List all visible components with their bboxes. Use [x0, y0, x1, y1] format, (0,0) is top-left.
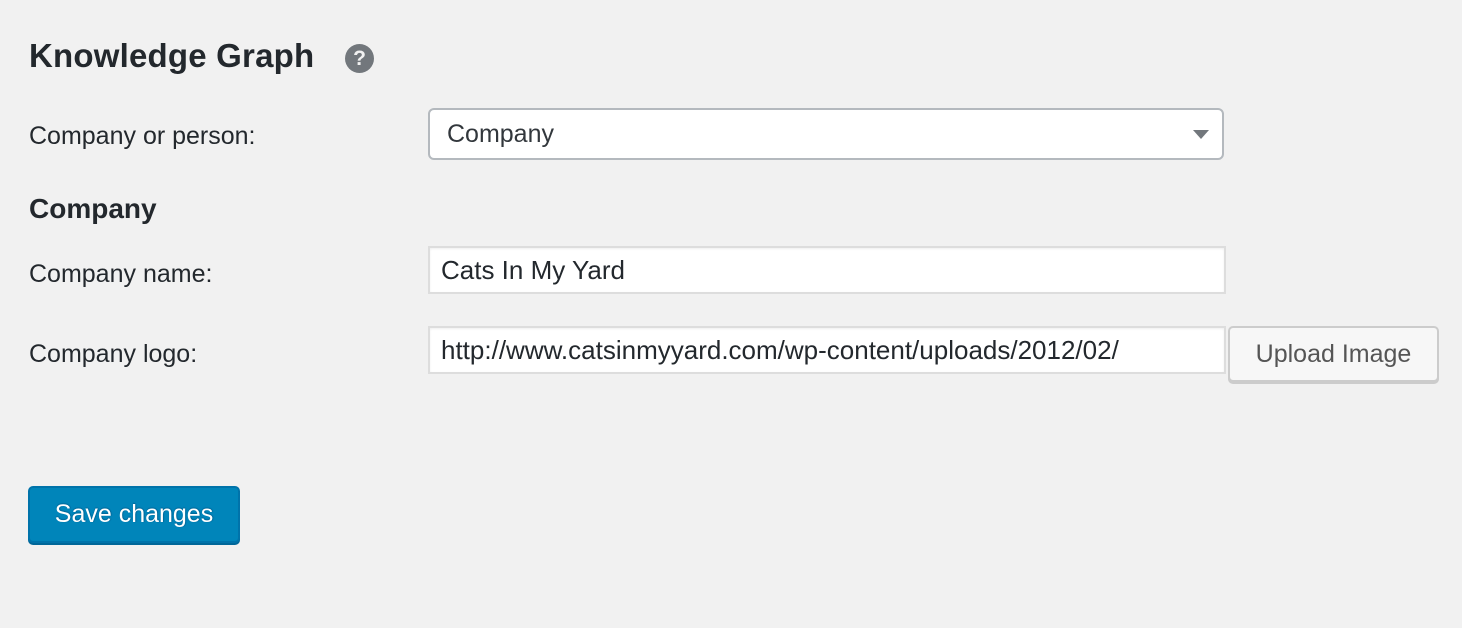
save-changes-button[interactable]: Save changes — [28, 486, 240, 543]
triangle-down-icon — [1193, 130, 1209, 139]
upload-image-button[interactable]: Upload Image — [1228, 326, 1439, 382]
company-name-input[interactable]: Cats In My Yard — [428, 246, 1226, 294]
knowledge-graph-header: Knowledge Graph ? — [29, 36, 374, 76]
company-or-person-label: Company or person: — [29, 122, 256, 150]
company-or-person-selected-value: Company — [447, 119, 554, 148]
company-or-person-select[interactable]: Company — [428, 108, 1224, 160]
company-logo-label: Company logo: — [29, 340, 198, 368]
company-logo-url-input[interactable]: http://www.catsinmyyard.com/wp-content/u… — [428, 326, 1226, 374]
company-name-label: Company name: — [29, 260, 213, 288]
help-icon[interactable]: ? — [345, 44, 374, 73]
company-section-heading: Company — [29, 193, 157, 224]
page-title: Knowledge Graph — [29, 37, 315, 74]
